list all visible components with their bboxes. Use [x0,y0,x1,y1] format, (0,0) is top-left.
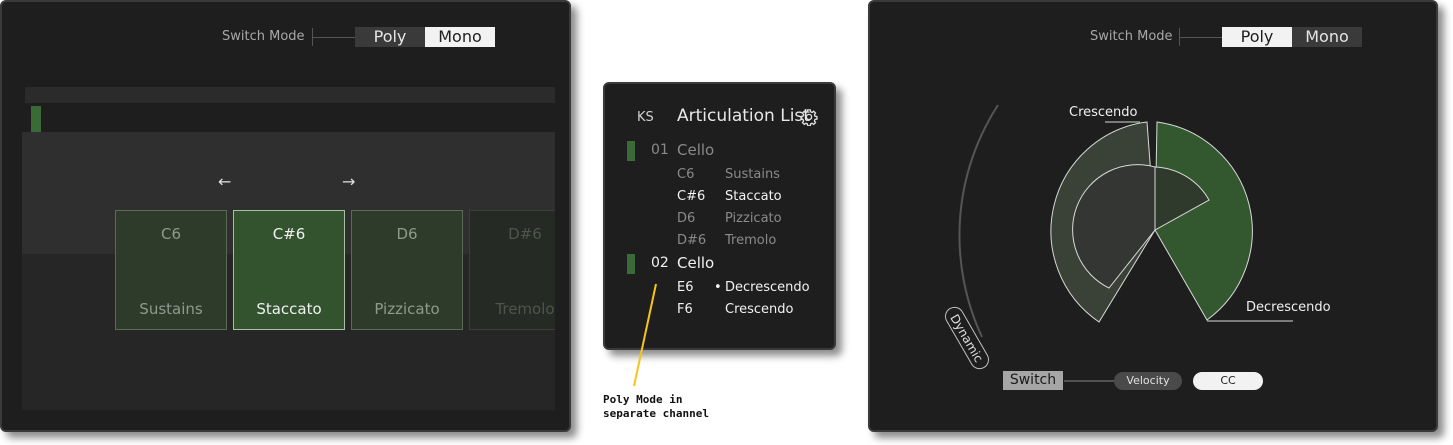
poly-mode-panel: Switch Mode Poly Mono Dynamic Crescendo … [868,0,1438,432]
card-key: D6 [396,225,418,243]
articulation-list-panel: KS Articulation List 01 Cello C6 Sustain… [603,82,836,350]
switch-mode-label: Switch Mode [222,29,305,44]
articulation-key: F6 [677,302,693,317]
articulation-key: E6 [677,280,694,295]
selected-bullet-icon: • [714,280,722,295]
articulation-card-sustains[interactable]: C6 Sustains [115,210,227,330]
articulation-card-staccato[interactable]: C#6 Staccato [233,210,345,330]
articulation-item[interactable]: Decrescendo [725,280,810,295]
mono-mode-panel: Switch Mode Poly Mono ← → C6 Sustains C#… [0,0,571,432]
group-01-marker [627,141,635,161]
group-name[interactable]: Cello [677,254,714,272]
card-key: D#6 [508,225,542,243]
group-02-marker [627,254,635,274]
articulation-item[interactable]: Sustains [725,167,780,182]
group-name[interactable]: Cello [677,141,714,159]
articulation-carousel: C6 Sustains C#6 Staccato D6 Pizzicato D#… [115,210,555,332]
switch-label-box: Switch [1003,371,1063,390]
articulation-key: D#6 [677,233,707,248]
group-number: 01 [651,142,669,158]
cc-source-button[interactable]: CC [1193,372,1263,390]
articulation-item[interactable]: Staccato [725,189,782,204]
articulation-item[interactable]: Pizzicato [725,211,782,226]
divider [312,37,356,38]
poly-mode-button[interactable]: Poly [355,27,425,47]
group-number: 02 [651,255,669,271]
dynamic-label[interactable]: Dynamic [942,304,992,372]
annotation-line-2: separate channel [603,407,709,420]
card-name: Staccato [256,300,322,318]
articulation-key: C6 [677,167,695,182]
velocity-source-button[interactable]: Velocity [1114,372,1182,390]
prev-arrow-icon[interactable]: ← [218,172,231,191]
card-name: Pizzicato [374,300,440,318]
poly-mode-annotation: Poly Mode in separate channel [603,393,709,421]
articulation-key: D6 [677,211,696,226]
active-channel-marker [31,106,41,132]
articulation-item[interactable]: Tremolo [725,233,776,248]
gear-icon[interactable] [800,108,818,126]
crescendo-label: Crescendo [1069,105,1138,120]
dynamic-wheel: Dynamic [942,104,1293,382]
card-key: C6 [160,225,182,243]
articulation-card-pizzicato[interactable]: D6 Pizzicato [351,210,463,330]
card-key: C#6 [272,225,306,243]
card-name: Sustains [139,300,203,318]
articulation-key: C#6 [677,189,706,204]
dynamic-arc [958,104,999,338]
next-arrow-icon[interactable]: → [342,172,355,191]
card-name: Tremolo [495,300,555,318]
mono-mode-button[interactable]: Mono [425,27,495,47]
decrescendo-label: Decrescendo [1246,300,1331,315]
ks-header: KS [637,110,654,125]
articulation-item[interactable]: Crescendo [725,302,794,317]
articulation-list-title: Articulation List [677,106,810,126]
keyswitch-bar [25,87,555,103]
articulation-card-tremolo[interactable]: D#6 Tremolo [469,210,555,330]
annotation-line-1: Poly Mode in [603,393,683,406]
